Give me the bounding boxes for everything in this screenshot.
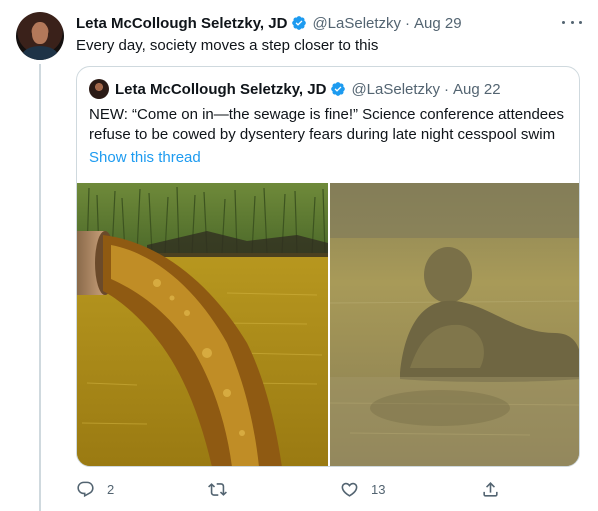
like-button[interactable]: 13: [340, 480, 385, 499]
share-button[interactable]: [481, 480, 500, 499]
quoted-text-line: NEW: “Come on in—the sewage is fine!” Sc…: [89, 106, 564, 123]
like-count: 13: [371, 482, 386, 497]
thread-connector-line: [39, 64, 41, 511]
verified-badge-icon: [292, 16, 307, 30]
quoted-tweet-date: Aug 22: [453, 80, 501, 98]
author-handle[interactable]: @LaSeletzky: [312, 15, 401, 32]
reply-icon: [77, 481, 94, 498]
share-icon: [483, 482, 498, 497]
author-avatar[interactable]: [16, 12, 64, 60]
sewage-pipe-image[interactable]: [77, 183, 328, 466]
separator-dot: ·: [405, 14, 411, 32]
reply-button[interactable]: 2: [76, 480, 114, 499]
tweet-text: Every day, society moves a step closer t…: [76, 37, 379, 54]
quoted-author-avatar: [89, 79, 109, 99]
quoted-text-line: refuse to be cowed by dysentery fears du…: [89, 126, 556, 143]
quoted-tweet-text: NEW: “Come on in—the sewage is fine!” Sc…: [89, 105, 569, 145]
verified-badge-icon: [331, 82, 346, 96]
author-name[interactable]: Leta McCollough Seletzky, JD: [76, 15, 287, 32]
retweet-button[interactable]: [208, 480, 239, 499]
more-options-icon[interactable]: [562, 15, 582, 29]
tweet-actions-bar: 2 13: [76, 480, 580, 500]
quoted-author-handle: @LaSeletzky: [351, 80, 441, 98]
quoted-media[interactable]: [77, 183, 579, 466]
separator-dot: ·: [444, 80, 450, 98]
quoted-tweet-header: Leta McCollough Seletzky, JD @LaSeletzky…: [115, 78, 501, 100]
tweet-header: Leta McCollough Seletzky, JD @LaSeletzky…: [76, 13, 462, 33]
reply-count: 2: [107, 482, 115, 497]
quoted-tweet-card[interactable]: Leta McCollough Seletzky, JD @LaSeletzky…: [76, 66, 580, 467]
tweet-date[interactable]: Aug 29: [414, 15, 462, 32]
heart-icon: [341, 482, 358, 497]
quoted-author-name: Leta McCollough Seletzky, JD: [115, 80, 327, 98]
retweet-icon: [208, 483, 227, 496]
show-thread-link[interactable]: Show this thread: [89, 149, 201, 166]
person-in-mud-image[interactable]: [330, 183, 579, 466]
